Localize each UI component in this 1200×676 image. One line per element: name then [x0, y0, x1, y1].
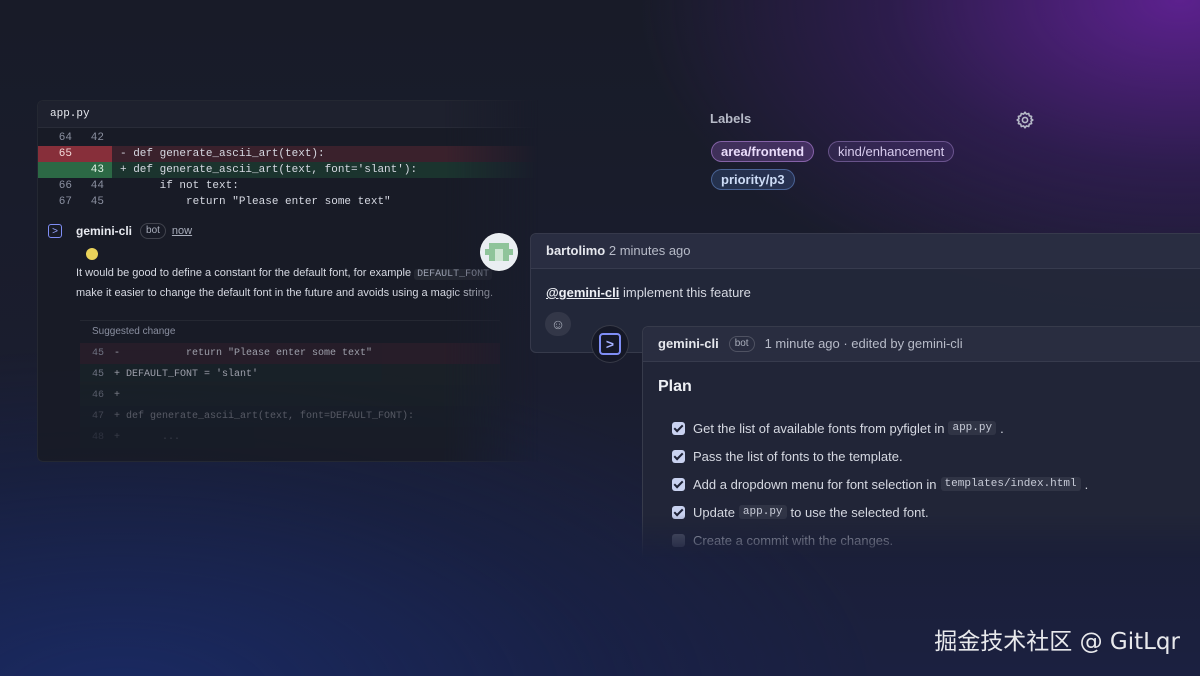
suggested-change-title: Suggested change — [92, 326, 176, 337]
task-checkbox[interactable] — [672, 421, 685, 435]
diff-line: 64 42 — [38, 130, 558, 146]
task-checkbox[interactable] — [672, 477, 685, 491]
suggested-line-added: 45 + DEFAULT_FONT = 'slant' — [80, 364, 500, 385]
new-line-number: 44 — [90, 180, 104, 192]
comment-timestamp-link[interactable]: now — [172, 225, 192, 237]
comment-body: @gemini-cli implement this feature — [531, 269, 1200, 300]
task-item: Get the list of available fonts from pyf… — [672, 414, 1200, 442]
old-line-number: 67 — [58, 196, 72, 208]
task-text-suffix: . — [1000, 420, 1004, 436]
diff-code — [112, 130, 120, 146]
task-text-suffix: to use the selected font. — [790, 504, 929, 520]
diff-code: return "Please enter some text" — [120, 196, 391, 208]
comment-text-line2: make it easier to change the default fon… — [76, 287, 494, 299]
task-text: Update — [693, 504, 735, 520]
plan-title: Plan — [658, 378, 692, 395]
label-area-frontend[interactable]: area/frontend — [711, 141, 815, 162]
task-text-suffix: . — [1084, 476, 1089, 492]
file-name: app.py — [38, 101, 558, 128]
task-text: Add a dropdown menu for font selection i… — [693, 476, 937, 492]
comment-timestamp[interactable]: 2 minutes ago — [609, 243, 691, 258]
task-text: Create a commit with the changes. — [693, 532, 894, 548]
line-number: 45 — [91, 369, 104, 380]
plan-task-list: Get the list of available fonts from pyf… — [672, 414, 1200, 554]
user-comment-header: bartolimo 2 minutes ago — [531, 234, 1200, 269]
label-kind-enhancement[interactable]: kind/enhancement — [828, 141, 955, 162]
task-checkbox[interactable] — [672, 505, 685, 519]
line-number: 48 — [91, 432, 104, 443]
comment-meta[interactable]: 1 minute ago · edited by gemini-cli — [765, 327, 963, 361]
task-checkbox[interactable] — [672, 533, 685, 547]
emoji-icon — [86, 248, 98, 260]
diff-line: 67 45 return "Please enter some text" — [38, 194, 558, 210]
inline-code: templates/index.html — [940, 477, 1081, 491]
suggested-line-deleted: 45 - return "Please enter some text" — [80, 343, 500, 364]
diff-line: 66 44 if not text: — [38, 178, 558, 194]
diff-line-added: 43 + def generate_ascii_art(text, font='… — [38, 162, 558, 178]
suggested-change: Suggested change 45 - return "Please ent… — [80, 320, 500, 448]
comment-text: implement this feature — [619, 285, 751, 300]
mention-link[interactable]: @gemini-cli — [546, 285, 619, 300]
avatar[interactable] — [480, 233, 518, 271]
gemini-cli-icon: > — [48, 224, 62, 238]
old-line-number — [38, 162, 76, 178]
suggested-code: + DEFAULT_FONT = 'slant' — [114, 369, 259, 380]
comment-body: It would be good to define a constant fo… — [76, 264, 556, 302]
suggested-code: + ... — [114, 432, 181, 443]
bot-badge: bot — [728, 336, 755, 352]
old-line-number: 65 — [38, 146, 76, 162]
task-item: Pass the list of fonts to the template. — [672, 442, 1200, 470]
inline-code: DEFAULT_FONT — [414, 269, 493, 280]
plan-comment-header: gemini-cli bot 1 minute ago · edited by … — [643, 327, 1200, 362]
old-line-number: 66 — [58, 180, 72, 192]
diff-code: if not text: — [120, 180, 239, 192]
inline-code: app.py — [738, 505, 787, 519]
suggested-code: + def generate_ascii_art(text, font=DEFA… — [114, 411, 415, 422]
diff-code: + def generate_ascii_art(text, font='sla… — [120, 164, 418, 176]
inline-code: app.py — [948, 421, 997, 435]
task-item: Update app.py to use the selected font. — [672, 498, 1200, 526]
task-item: Add a dropdown menu for font selection i… — [672, 470, 1200, 498]
new-line-number: 43 — [76, 162, 112, 178]
comment-author[interactable]: gemini-cli — [658, 327, 719, 361]
task-text: Get the list of available fonts from pyf… — [693, 420, 945, 436]
task-item: Create a commit with the changes. — [672, 526, 1200, 554]
line-number: 47 — [91, 411, 104, 422]
diff-code: - def generate_ascii_art(text): — [120, 148, 325, 160]
task-checkbox[interactable] — [672, 449, 685, 463]
suggested-line-added: 46 + — [80, 385, 500, 406]
label-priority-p3[interactable]: priority/p3 — [711, 169, 795, 190]
comment-author[interactable]: gemini-cli — [76, 224, 132, 238]
new-line-number: 45 — [90, 196, 104, 208]
new-line-number: 42 — [90, 132, 104, 144]
suggested-line-added: 47 + def generate_ascii_art(text, font=D… — [80, 406, 500, 427]
comment-text-line1: It would be good to define a constant fo… — [76, 267, 415, 279]
review-comment-header: > gemini-cli bot now — [48, 222, 548, 240]
gemini-cli-icon: > — [599, 333, 621, 355]
code-review-panel: app.py 64 42 65 - def generate_ascii_art… — [37, 100, 559, 462]
watermark: 掘金技术社区 @ GitLqr — [934, 629, 1180, 655]
gemini-cli-avatar[interactable]: > — [591, 325, 629, 363]
gear-icon[interactable] — [1015, 110, 1035, 130]
suggested-code: - return "Please enter some text" — [114, 348, 373, 359]
old-line-number: 64 — [58, 132, 72, 144]
diff-line-deleted: 65 - def generate_ascii_art(text): — [38, 146, 558, 162]
suggested-line-added: 48 + ... — [80, 427, 500, 448]
line-number: 45 — [91, 348, 104, 359]
labels-heading: Labels — [710, 111, 752, 126]
new-line-number — [76, 146, 112, 162]
task-text: Pass the list of fonts to the template. — [693, 448, 903, 464]
line-number: 46 — [91, 390, 104, 401]
bot-badge: bot — [140, 223, 166, 239]
add-reaction-icon[interactable]: ☺ — [545, 312, 571, 336]
comment-author[interactable]: bartolimo — [546, 243, 605, 258]
suggested-code: + — [114, 390, 121, 401]
